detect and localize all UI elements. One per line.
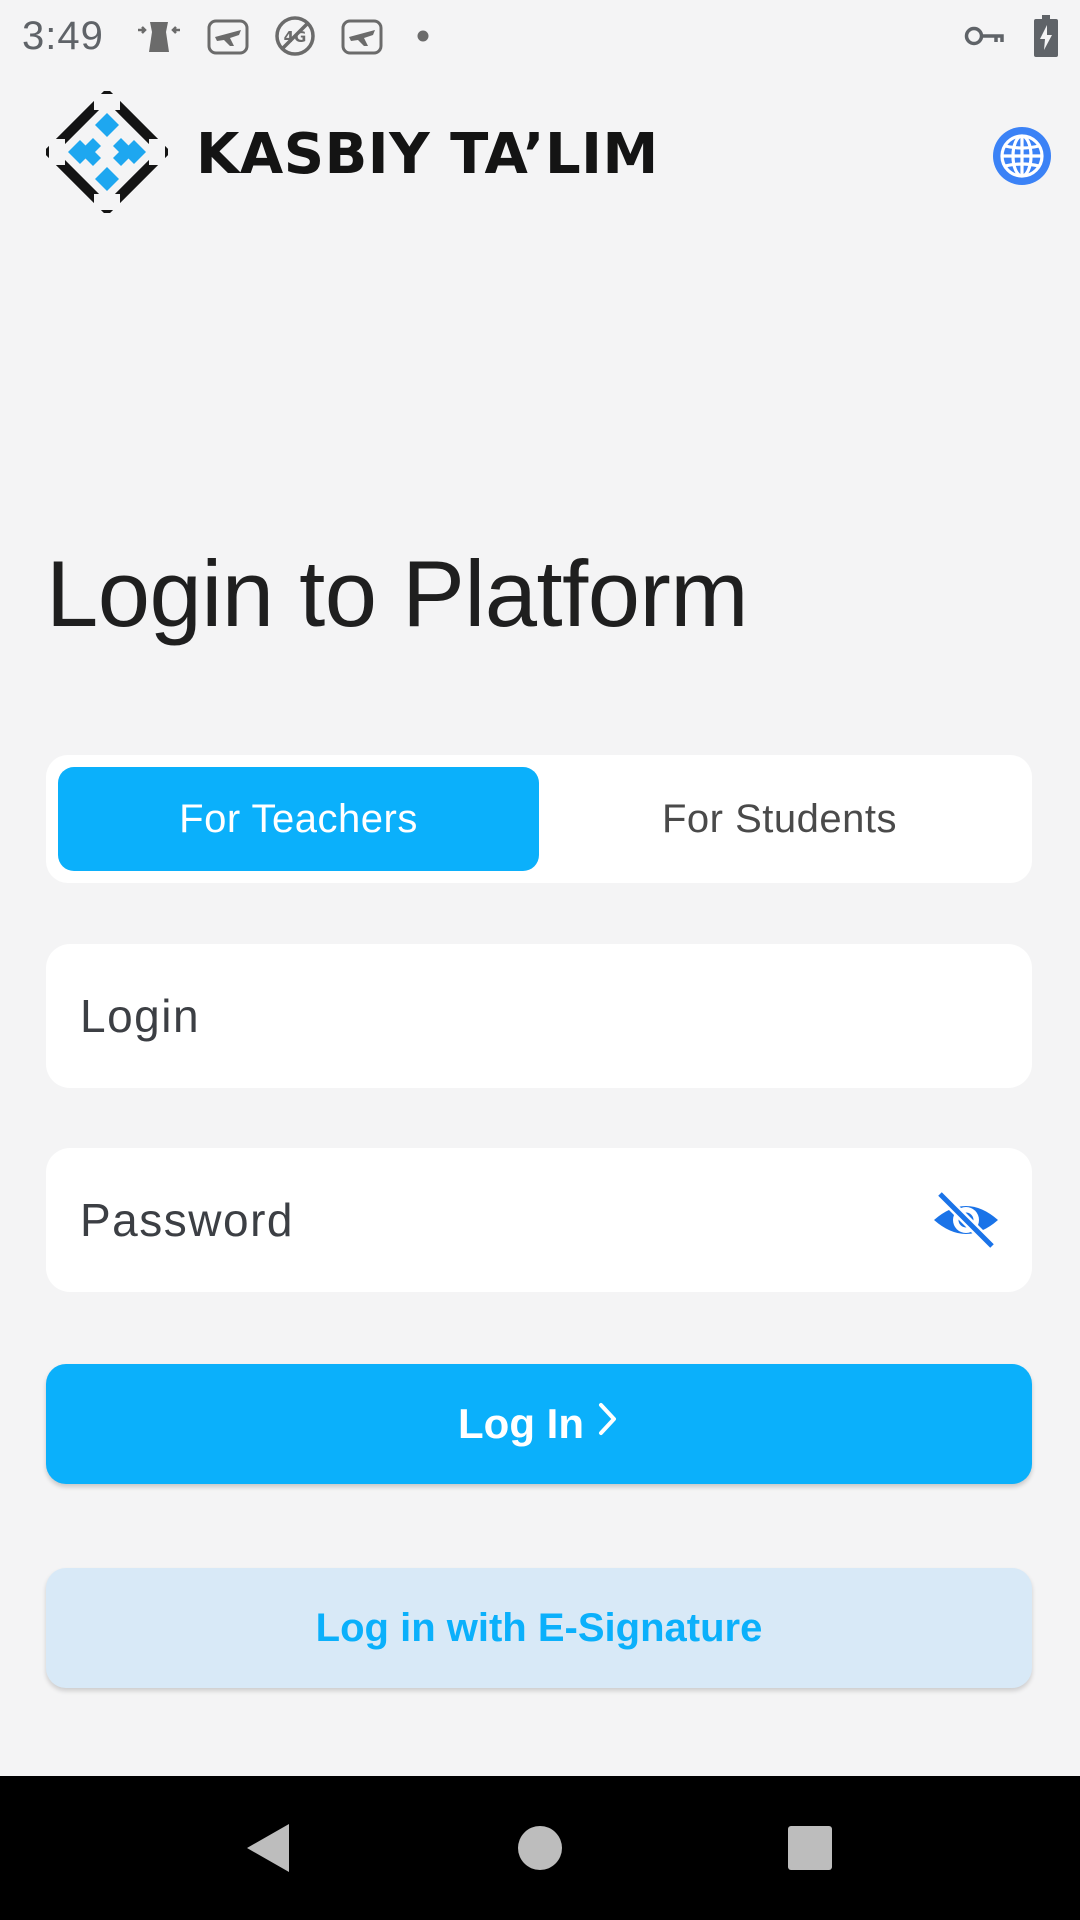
status-time: 3:49 bbox=[22, 13, 104, 58]
battery-charging-icon bbox=[1034, 15, 1058, 57]
app-header: KASBIY TA’LIM bbox=[42, 87, 1051, 216]
brand-logo: KASBIY TA’LIM bbox=[42, 87, 659, 218]
recents-icon[interactable] bbox=[782, 1820, 838, 1876]
vpn-key-icon bbox=[964, 24, 1004, 48]
page-title: Login to Platform bbox=[46, 541, 749, 646]
status-icons-left: 4G bbox=[136, 15, 438, 57]
login-button[interactable]: Log In bbox=[46, 1364, 1032, 1484]
chevron-right-icon bbox=[596, 1399, 620, 1449]
status-bar: 3:49 4G bbox=[0, 0, 1080, 72]
tab-teachers[interactable]: For Teachers bbox=[58, 767, 539, 871]
home-icon[interactable] bbox=[512, 1820, 568, 1876]
status-icons-right bbox=[964, 15, 1058, 57]
password-field[interactable] bbox=[46, 1148, 1032, 1292]
plane-app-icon bbox=[206, 16, 250, 56]
login-field[interactable] bbox=[46, 944, 1032, 1088]
login-button-label: Log In bbox=[458, 1400, 584, 1447]
tab-students[interactable]: For Students bbox=[539, 767, 1020, 871]
eye-off-icon[interactable] bbox=[926, 1180, 1006, 1260]
password-input[interactable] bbox=[78, 1148, 926, 1292]
alarm-app-icon bbox=[136, 16, 182, 56]
plane-app-icon bbox=[340, 16, 384, 56]
navigation-bar bbox=[0, 1776, 1080, 1920]
brand-name: KASBIY TA’LIM bbox=[196, 121, 659, 187]
notification-dot-icon bbox=[408, 16, 438, 56]
esign-button[interactable]: Log in with E-Signature bbox=[46, 1568, 1032, 1688]
back-icon[interactable] bbox=[240, 1820, 296, 1876]
role-tabs: For Teachers For Students bbox=[46, 755, 1032, 883]
esign-button-label: Log in with E-Signature bbox=[315, 1605, 763, 1650]
globe-icon[interactable] bbox=[990, 124, 1054, 188]
logo-icon bbox=[42, 87, 172, 218]
no-4g-icon: 4G bbox=[274, 15, 316, 57]
svg-text:4G: 4G bbox=[283, 28, 306, 46]
login-input[interactable] bbox=[78, 944, 1000, 1088]
